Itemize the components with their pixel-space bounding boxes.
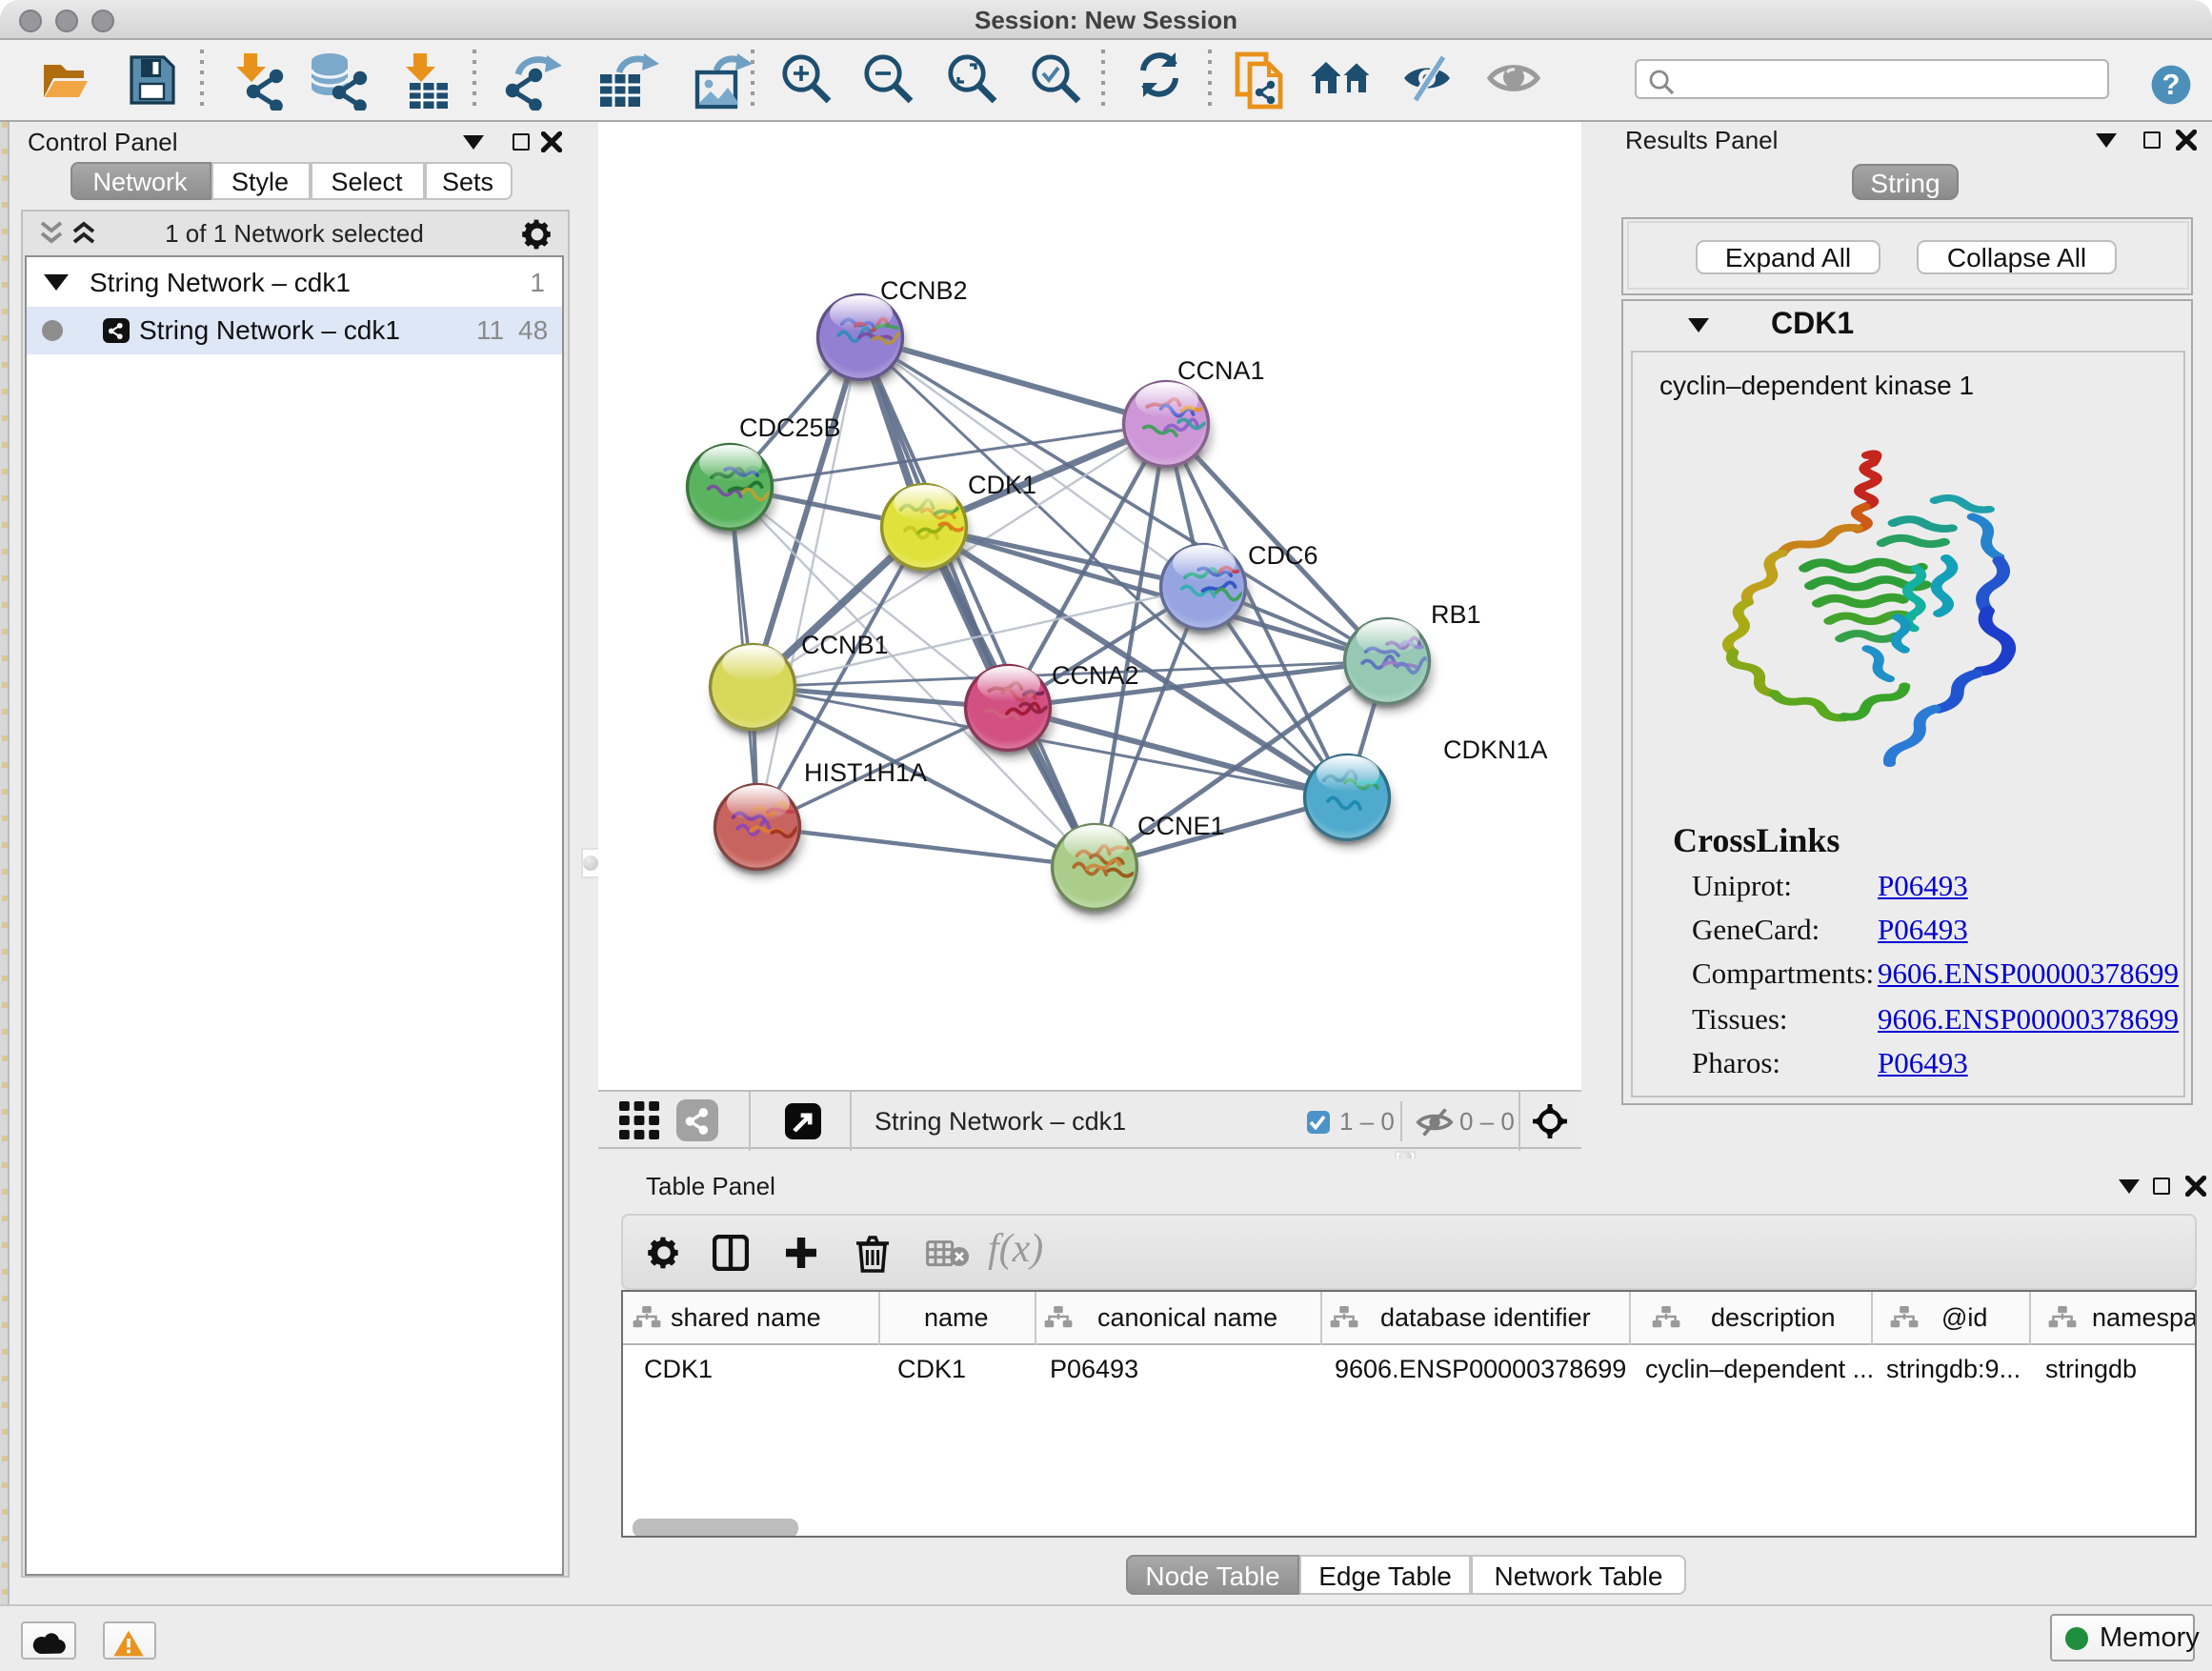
svg-text:CCNA1: CCNA1 bbox=[1177, 356, 1265, 385]
svg-text:CCNB2: CCNB2 bbox=[880, 276, 968, 305]
svg-text:HIST1H1A: HIST1H1A bbox=[804, 758, 927, 787]
svg-text:CCNB1: CCNB1 bbox=[801, 631, 889, 659]
svg-text:CCNA2: CCNA2 bbox=[1052, 661, 1139, 690]
svg-text:CCNE1: CCNE1 bbox=[1137, 812, 1225, 840]
svg-text:RB1: RB1 bbox=[1431, 600, 1481, 629]
svg-text:CDK1: CDK1 bbox=[968, 471, 1036, 499]
svg-text:?: ? bbox=[2162, 68, 2181, 101]
svg-text:CDKN1A: CDKN1A bbox=[1443, 735, 1548, 764]
svg-text:CDC25B: CDC25B bbox=[739, 413, 841, 442]
svg-text:CDC6: CDC6 bbox=[1248, 541, 1318, 570]
